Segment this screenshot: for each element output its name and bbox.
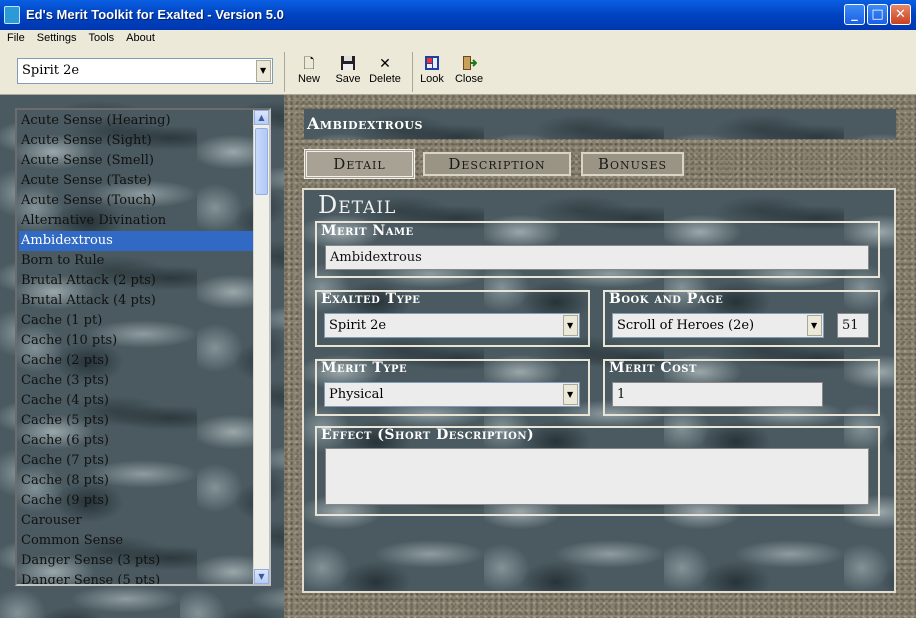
list-item[interactable]: Acute Sense (Taste) <box>19 171 257 191</box>
list-item[interactable]: Alternative Divination <box>19 211 257 231</box>
close-button[interactable]: Close <box>454 55 484 85</box>
merit-header-title: Ambidextrous <box>307 114 423 133</box>
floppy-save-icon <box>340 55 356 71</box>
list-item[interactable]: Acute Sense (Smell) <box>19 151 257 171</box>
toolbar-separator <box>284 52 285 92</box>
tab-description[interactable]: Description <box>423 152 571 176</box>
list-item[interactable]: Common Sense <box>19 531 257 551</box>
list-item[interactable]: Ambidextrous <box>19 231 257 251</box>
list-item[interactable]: Cache (8 pts) <box>19 471 257 491</box>
scroll-thumb[interactable] <box>255 128 268 195</box>
merit-detail-panel: Ambidextrous Detail Description Bonuses … <box>284 95 916 618</box>
list-item[interactable]: Brutal Attack (4 pts) <box>19 291 257 311</box>
merit-header: Ambidextrous <box>304 109 896 139</box>
list-item[interactable]: Cache (10 pts) <box>19 331 257 351</box>
book-page-label: Book and Page <box>609 291 724 307</box>
chevron-down-icon[interactable] <box>807 315 822 336</box>
chevron-down-icon[interactable] <box>256 60 271 82</box>
effect-field[interactable] <box>325 448 869 505</box>
merit-cost-label: Merit Cost <box>609 360 697 376</box>
toolbar-separator-2 <box>412 52 413 92</box>
filter-value: Spirit 2e <box>22 63 80 78</box>
app-icon <box>4 6 20 24</box>
list-item[interactable]: Cache (6 pts) <box>19 431 257 451</box>
merit-list-scrollbar[interactable]: ▲ ▼ <box>253 110 269 584</box>
list-item[interactable]: Cache (2 pts) <box>19 351 257 371</box>
exalted-type-label: Exalted Type <box>321 291 421 307</box>
list-item[interactable]: Cache (4 pts) <box>19 391 257 411</box>
merit-cost-field[interactable]: 1 <box>612 382 823 407</box>
list-item[interactable]: Born to Rule <box>19 251 257 271</box>
list-item[interactable]: Cache (5 pts) <box>19 411 257 431</box>
list-item[interactable]: Acute Sense (Hearing) <box>19 111 257 131</box>
tab-bonuses[interactable]: Bonuses <box>581 152 684 176</box>
exit-door-icon <box>461 55 478 71</box>
list-item[interactable]: Cache (1 pt) <box>19 311 257 331</box>
minimize-button[interactable]: _ <box>844 4 865 25</box>
list-item[interactable]: Acute Sense (Touch) <box>19 191 257 211</box>
close-window-button[interactable]: ✕ <box>890 4 911 25</box>
delete-button[interactable]: ✕ Delete <box>368 55 402 85</box>
exalted-type-filter[interactable]: Spirit 2e <box>17 58 273 84</box>
window-title: Ed's Merit Toolkit for Exalted - Version… <box>26 7 284 22</box>
look-label: Look <box>420 73 444 85</box>
merit-list[interactable]: Acute Sense (Hearing) Acute Sense (Sight)… <box>15 108 271 586</box>
list-item[interactable]: Danger Sense (5 pts) <box>19 571 257 584</box>
list-item[interactable]: Brutal Attack (2 pts) <box>19 271 257 291</box>
menu-file[interactable]: File <box>2 31 30 45</box>
new-file-icon: 🗋 <box>303 55 315 71</box>
merit-name-label: Merit Name <box>321 223 414 239</box>
merit-list-panel: Acute Sense (Hearing) Acute Sense (Sight)… <box>0 95 284 618</box>
scroll-down-icon[interactable]: ▼ <box>254 569 269 584</box>
save-label: Save <box>335 73 361 85</box>
merit-type-label: Merit Type <box>321 360 408 376</box>
merit-type-value: Physical <box>329 387 384 402</box>
list-item[interactable]: Cache (7 pts) <box>19 451 257 471</box>
list-item[interactable]: Carouser <box>19 511 257 531</box>
delete-label: Delete <box>369 73 401 85</box>
book-select[interactable]: Scroll of Heroes (2e) <box>612 313 824 338</box>
delete-x-icon: ✕ <box>379 55 391 71</box>
merit-name-field[interactable]: Ambidextrous <box>325 245 869 270</box>
maximize-button[interactable]: □ <box>867 4 888 25</box>
menu-settings[interactable]: Settings <box>32 31 82 45</box>
exalted-type-value: Spirit 2e <box>329 318 387 333</box>
list-item[interactable]: Cache (3 pts) <box>19 371 257 391</box>
list-item[interactable]: Acute Sense (Sight) <box>19 131 257 151</box>
book-value: Scroll of Heroes (2e) <box>617 318 755 333</box>
exalted-type-select[interactable]: Spirit 2e <box>324 313 580 338</box>
save-button[interactable]: Save <box>334 55 362 85</box>
tab-detail[interactable]: Detail <box>304 149 415 179</box>
new-label: New <box>297 73 320 85</box>
list-item[interactable]: Danger Sense (3 pts) <box>19 551 257 571</box>
title-bar: Ed's Merit Toolkit for Exalted - Version… <box>0 0 916 30</box>
new-button[interactable]: 🗋 New <box>296 55 322 85</box>
chevron-down-icon[interactable] <box>563 384 578 405</box>
menu-bar: File Settings Tools About <box>0 30 916 48</box>
scroll-up-icon[interactable]: ▲ <box>254 110 269 125</box>
chevron-down-icon[interactable] <box>563 315 578 336</box>
menu-tools[interactable]: Tools <box>83 31 119 45</box>
list-item[interactable]: Cache (9 pts) <box>19 491 257 511</box>
look-button[interactable]: Look <box>418 55 446 85</box>
look-icon <box>424 55 440 71</box>
page-field[interactable]: 51 <box>837 313 869 338</box>
detail-section-title: Detail <box>318 191 397 219</box>
close-label: Close <box>454 73 484 85</box>
menu-about[interactable]: About <box>121 31 160 45</box>
merit-type-select[interactable]: Physical <box>324 382 580 407</box>
effect-label: Effect (Short Description) <box>321 427 535 443</box>
